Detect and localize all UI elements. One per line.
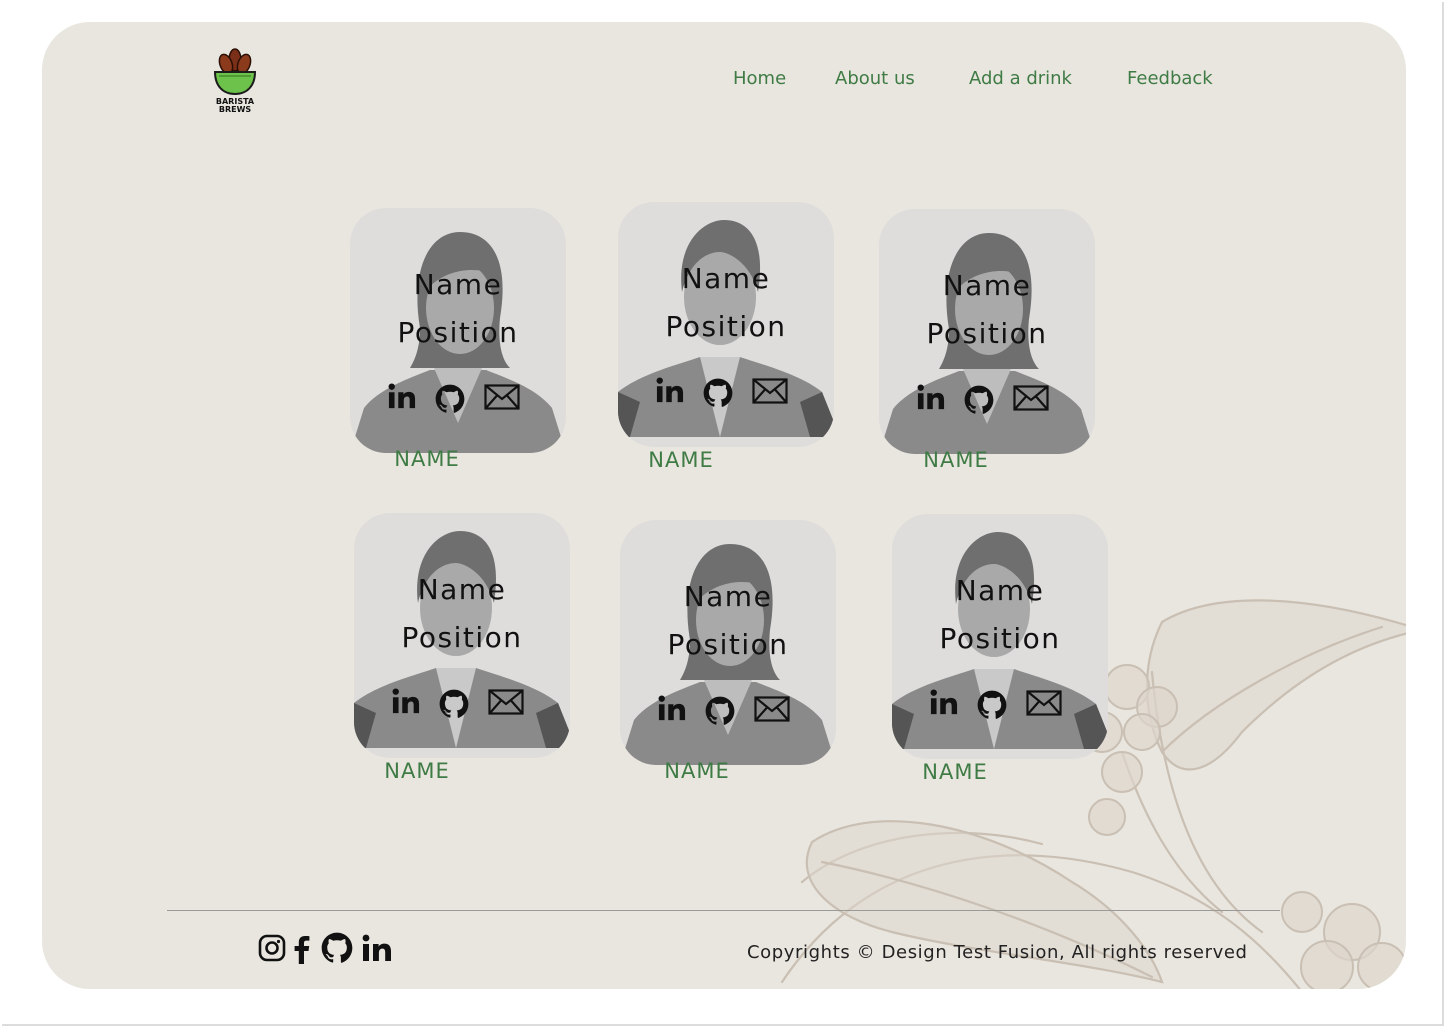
linkedin-icon[interactable] — [656, 376, 684, 408]
github-icon[interactable] — [321, 932, 353, 968]
github-icon[interactable] — [977, 690, 1007, 724]
member-social-links — [392, 685, 532, 721]
github-icon[interactable] — [703, 378, 733, 412]
copyright-text: Copyrights © Design Test Fusion, All rig… — [747, 942, 1248, 963]
linkedin-icon[interactable] — [930, 688, 958, 720]
member-caption: NAME — [923, 448, 989, 472]
member-photo-card: Name Position — [879, 209, 1095, 454]
member-social-links — [658, 692, 798, 728]
member-caption: NAME — [664, 759, 730, 783]
brand-logo[interactable]: BARISTA BREWS — [211, 46, 259, 116]
main-panel: BARISTA BREWS Home About us Add a drink … — [42, 22, 1406, 989]
member-caption: NAME — [394, 447, 460, 471]
member-position: Position — [401, 621, 523, 654]
member-position: Position — [397, 316, 519, 349]
facebook-icon[interactable] — [292, 934, 312, 968]
member-social-links — [388, 380, 528, 416]
member-photo-card: Name Position — [618, 202, 834, 447]
mail-icon[interactable] — [754, 696, 790, 726]
mail-icon[interactable] — [484, 384, 520, 414]
mail-icon[interactable] — [1026, 690, 1062, 720]
member-caption: NAME — [384, 759, 450, 783]
linkedin-icon[interactable] — [658, 694, 686, 726]
linkedin-icon[interactable] — [362, 934, 392, 966]
mail-icon[interactable] — [752, 378, 788, 408]
coffee-bowl-icon — [213, 48, 257, 96]
member-social-links — [930, 686, 1070, 722]
member-name: Name — [681, 262, 771, 295]
member-photo-card: Name Position — [892, 514, 1108, 759]
member-caption: NAME — [922, 760, 988, 784]
member-name: Name — [955, 574, 1045, 607]
linkedin-icon[interactable] — [917, 383, 945, 415]
member-name: Name — [417, 573, 507, 606]
member-photo-card: Name Position — [350, 208, 566, 453]
linkedin-icon[interactable] — [388, 382, 416, 414]
mail-icon[interactable] — [488, 689, 524, 719]
member-name: Name — [683, 580, 773, 613]
member-position: Position — [939, 622, 1061, 655]
member-position: Position — [926, 317, 1048, 350]
member-photo-card: Name Position — [620, 520, 836, 765]
member-name: Name — [942, 269, 1032, 302]
member-social-links — [656, 374, 796, 410]
github-icon[interactable] — [705, 696, 735, 730]
member-caption: NAME — [648, 448, 714, 472]
nav-about-link[interactable]: About us — [835, 68, 915, 89]
github-icon[interactable] — [435, 384, 465, 418]
github-icon[interactable] — [964, 385, 994, 419]
member-social-links — [917, 381, 1057, 417]
nav-add-drink-link[interactable]: Add a drink — [969, 68, 1072, 89]
instagram-icon[interactable] — [258, 934, 286, 966]
member-position: Position — [665, 310, 787, 343]
mail-icon[interactable] — [1013, 385, 1049, 415]
logo-text: BARISTA BREWS — [215, 97, 255, 114]
linkedin-icon[interactable] — [392, 687, 420, 719]
member-photo-card: Name Position — [354, 513, 570, 758]
member-name: Name — [413, 268, 503, 301]
footer-divider — [167, 910, 1280, 911]
nav-feedback-link[interactable]: Feedback — [1127, 68, 1213, 89]
nav-home-link[interactable]: Home — [733, 68, 786, 89]
github-icon[interactable] — [439, 689, 469, 723]
member-position: Position — [667, 628, 789, 661]
